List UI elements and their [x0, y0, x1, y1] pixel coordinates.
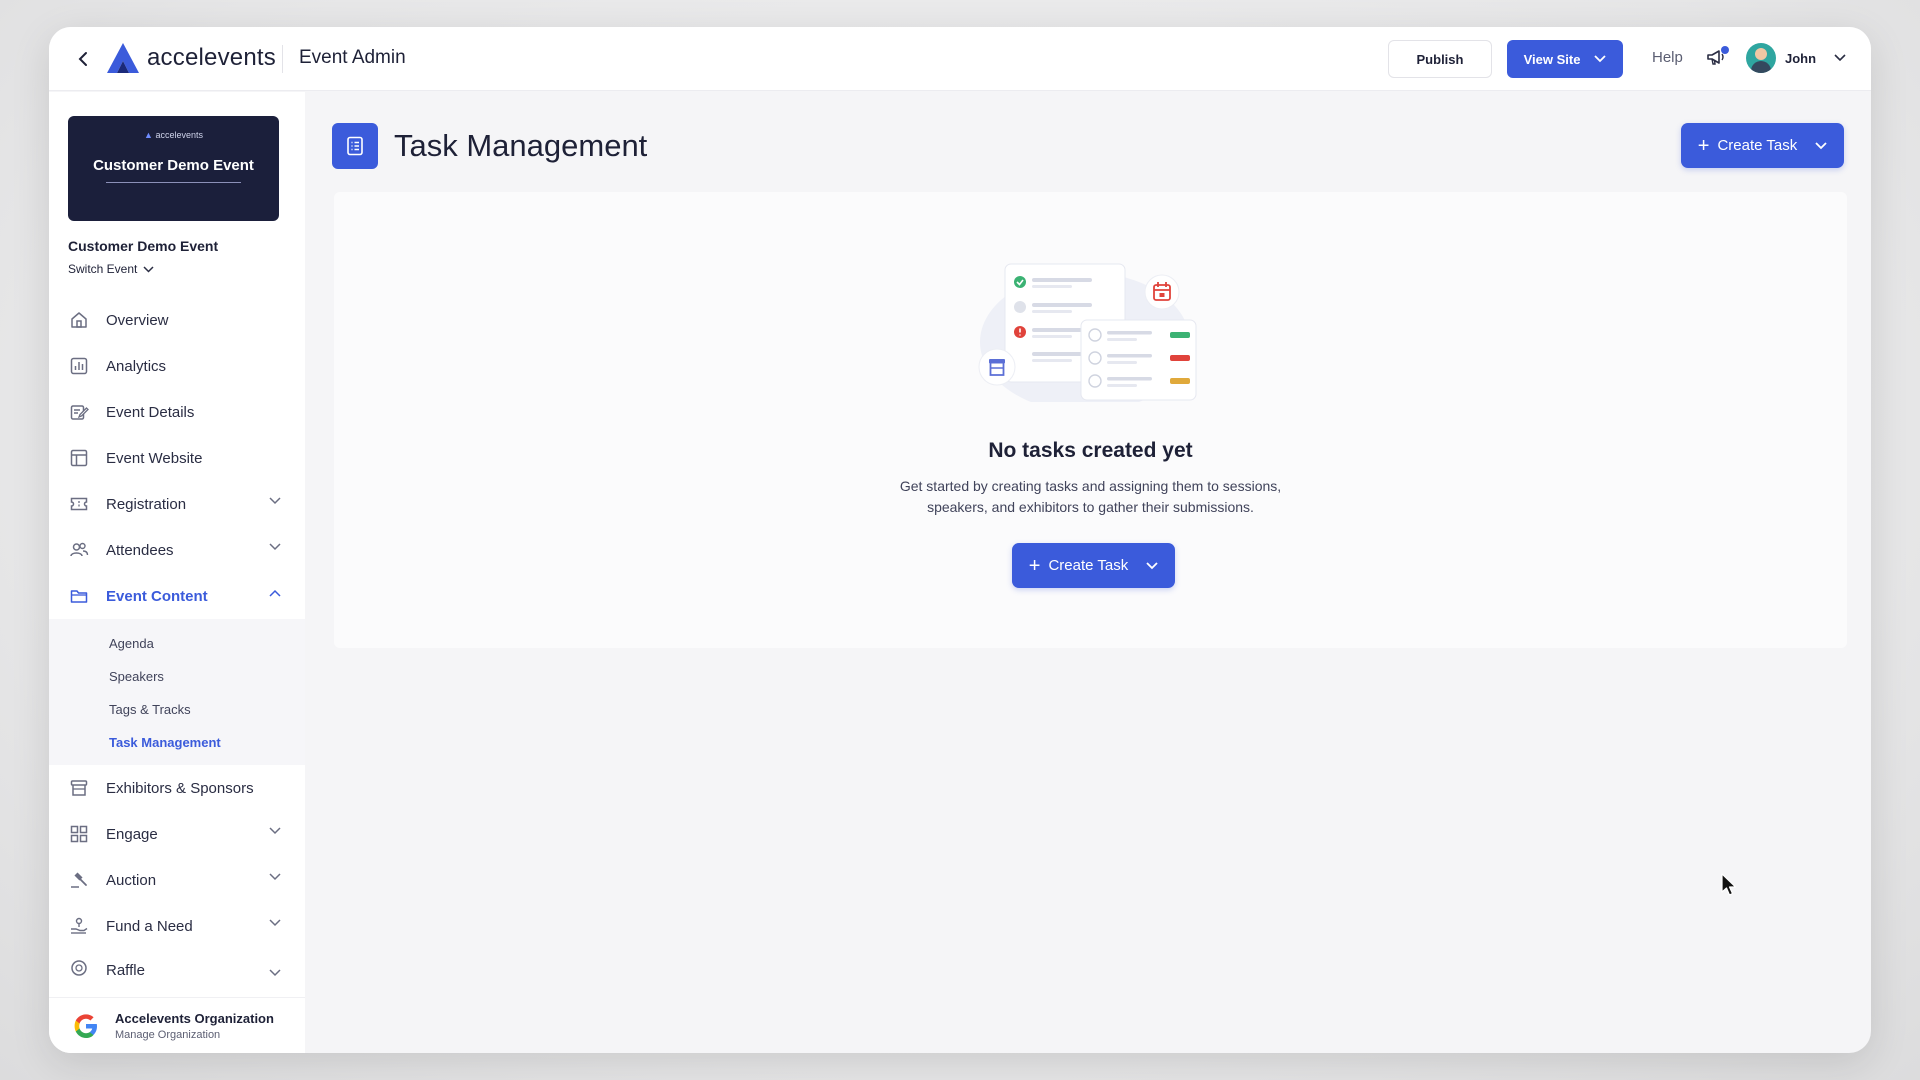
sidebar: ▲ accelevents Customer Demo Event Custom…	[49, 92, 305, 1053]
empty-state-title: No tasks created yet	[988, 439, 1193, 462]
plus-icon: +	[1028, 554, 1041, 577]
sidebar-item-exhibitors-sponsors[interactable]: Exhibitors & Sponsors	[49, 765, 305, 811]
sidebar-item-label: Auction	[106, 871, 157, 889]
empty-state-description: Get started by creating tasks and assign…	[334, 476, 1847, 518]
topbar-divider	[282, 45, 283, 73]
back-arrow-icon[interactable]	[71, 47, 95, 71]
create-task-label: Create Task	[1048, 557, 1129, 574]
sidebar-item-event-details[interactable]: Event Details	[49, 389, 305, 435]
edit-icon	[68, 401, 90, 423]
view-site-label: View Site	[1523, 51, 1581, 67]
ticket-icon	[68, 493, 90, 515]
sidebar-item-event-content[interactable]: Event Content	[49, 573, 305, 619]
booth-icon	[68, 777, 90, 799]
mouse-cursor-icon	[1721, 873, 1737, 896]
organization-switcher[interactable]: Accelevents Organization Manage Organiza…	[49, 997, 305, 1053]
sidebar-item-label: Exhibitors & Sponsors	[106, 779, 254, 797]
manage-organization-link: Manage Organization	[115, 1028, 221, 1041]
home-icon	[68, 309, 90, 331]
chevron-down-icon	[269, 827, 281, 835]
event-card-title: Customer Demo Event	[93, 157, 254, 174]
sidebar-nav: Overview Analytics Event Details Event W…	[49, 297, 305, 979]
sidebar-item-fund-a-need[interactable]: Fund a Need	[49, 903, 305, 949]
event-name: Customer Demo Event	[68, 238, 219, 254]
chevron-down-icon	[269, 543, 281, 551]
submenu-item-speakers[interactable]: Speakers	[49, 660, 305, 693]
chevron-down-icon	[269, 497, 281, 505]
chevron-down-icon	[269, 969, 281, 977]
google-logo-icon	[74, 1013, 97, 1038]
sidebar-item-engage[interactable]: Engage	[49, 811, 305, 857]
sidebar-item-label: Fund a Need	[106, 917, 193, 935]
help-link[interactable]: Help	[1652, 49, 1683, 66]
sidebar-item-label: Attendees	[106, 541, 174, 559]
sidebar-item-label: Overview	[106, 311, 169, 329]
avatar	[1746, 43, 1776, 73]
switch-event-label: Switch Event	[68, 262, 138, 276]
grid-icon	[68, 823, 90, 845]
layout-icon	[68, 447, 90, 469]
submenu-item-tags-tracks[interactable]: Tags & Tracks	[49, 693, 305, 726]
sidebar-item-label: Analytics	[106, 357, 167, 375]
folder-icon	[68, 585, 90, 607]
event-card-underline	[106, 182, 241, 183]
sidebar-item-label: Event Content	[106, 587, 208, 605]
chevron-up-icon	[269, 589, 281, 597]
chevron-down-icon	[1815, 141, 1827, 149]
sidebar-item-label: Registration	[106, 495, 187, 513]
sidebar-item-auction[interactable]: Auction	[49, 857, 305, 903]
notification-dot	[1721, 46, 1729, 54]
sidebar-item-overview[interactable]: Overview	[49, 297, 305, 343]
people-icon	[68, 539, 90, 561]
sidebar-item-analytics[interactable]: Analytics	[49, 343, 305, 389]
chevron-down-icon	[1834, 54, 1846, 62]
submenu-item-task-management[interactable]: Task Management	[49, 726, 305, 759]
empty-state-panel: No tasks created yet Get started by crea…	[334, 192, 1847, 648]
plus-icon: +	[1697, 134, 1710, 157]
sidebar-item-registration[interactable]: Registration	[49, 481, 305, 527]
create-task-label: Create Task	[1717, 137, 1798, 154]
publish-button[interactable]: Publish	[1388, 40, 1492, 78]
sidebar-item-label: Raffle	[106, 962, 145, 979]
gavel-icon	[68, 869, 90, 891]
submenu-item-agenda[interactable]: Agenda	[49, 627, 305, 660]
sidebar-item-event-website[interactable]: Event Website	[49, 435, 305, 481]
analytics-icon	[68, 355, 90, 377]
chevron-down-icon	[1146, 561, 1158, 569]
empty-state-description-line: Get started by creating tasks and assign…	[899, 478, 1282, 494]
empty-state-description-line: speakers, and exhibitors to gather their…	[927, 499, 1254, 515]
user-menu[interactable]: John	[1746, 43, 1846, 73]
view-site-button[interactable]: View Site	[1507, 40, 1623, 78]
app-window: accelevents Event Admin Publish View Sit…	[49, 27, 1871, 1053]
sidebar-item-attendees[interactable]: Attendees	[49, 527, 305, 573]
task-board-illustration	[978, 263, 1197, 402]
create-task-button[interactable]: + Create Task	[1681, 123, 1844, 168]
page-title: Task Management	[394, 128, 648, 163]
main-content: Task Management + Create Task No tasks c…	[305, 92, 1871, 1053]
sidebar-item-label: Engage	[106, 825, 158, 843]
organization-name: Accelevents Organization	[115, 1010, 274, 1026]
chevron-down-icon	[269, 873, 281, 881]
sidebar-item-label: Event Website	[106, 449, 203, 467]
accelevents-logo-icon	[107, 43, 139, 73]
chevron-down-icon	[143, 265, 154, 273]
switch-event-dropdown[interactable]: Switch Event	[68, 262, 154, 276]
task-list-icon	[332, 123, 378, 169]
event-content-submenu: Agenda Speakers Tags & Tracks Task Manag…	[49, 619, 305, 765]
chevron-down-icon	[269, 919, 281, 927]
sidebar-item-raffle[interactable]: Raffle	[49, 949, 305, 979]
brand-logo[interactable]: accelevents	[105, 41, 276, 75]
app-section-title: Event Admin	[299, 47, 406, 68]
brand-name: accelevents	[147, 44, 276, 71]
event-banner-card[interactable]: ▲ accelevents Customer Demo Event	[68, 116, 279, 221]
user-name: John	[1785, 50, 1817, 66]
raffle-icon	[68, 957, 90, 979]
empty-state-create-task-button[interactable]: + Create Task	[1012, 543, 1175, 588]
donation-icon	[68, 915, 90, 937]
top-bar: accelevents Event Admin Publish View Sit…	[49, 27, 1871, 91]
event-card-brand: ▲ accelevents	[144, 130, 203, 140]
sidebar-item-label: Event Details	[106, 403, 195, 421]
chevron-down-icon	[1594, 55, 1607, 63]
announcement-icon[interactable]	[1705, 46, 1729, 70]
